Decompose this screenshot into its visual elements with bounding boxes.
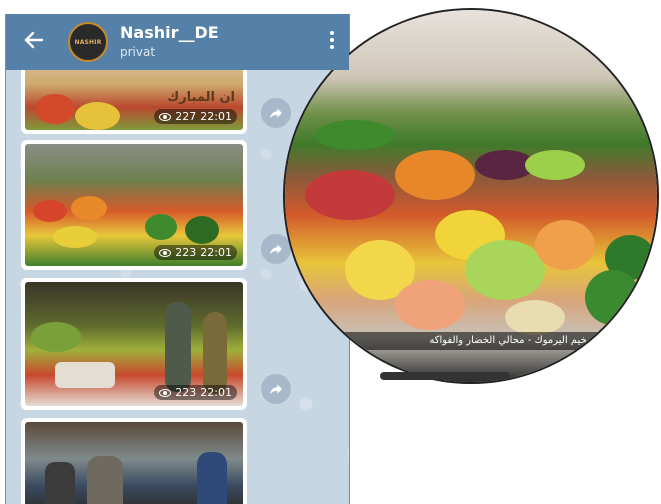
message-meta: 223 22:01 xyxy=(154,245,237,260)
eye-icon xyxy=(159,112,172,121)
message-meta: 223 22:01 xyxy=(154,385,237,400)
message-time: 22:01 xyxy=(200,386,232,399)
avatar[interactable]: NASHIR xyxy=(68,22,108,62)
image-message[interactable] xyxy=(21,418,247,504)
image-message[interactable]: 223 22:01 xyxy=(21,278,247,410)
chat-header: NASHIR Nashir__DE privat xyxy=(6,14,349,70)
eye-icon xyxy=(159,388,172,397)
chat-title[interactable]: Nashir__DE xyxy=(120,23,219,42)
zoom-shadow xyxy=(380,372,510,380)
image-overlay-text: ان المبارك xyxy=(167,90,235,105)
share-arrow-icon xyxy=(270,108,282,119)
avatar-text: NASHIR xyxy=(74,38,102,46)
arrow-left-icon[interactable] xyxy=(22,28,46,52)
message-time: 22:01 xyxy=(200,110,232,123)
eye-icon xyxy=(159,248,172,257)
chat-subtitle: privat xyxy=(120,45,156,59)
image-message[interactable]: 223 22:01 xyxy=(21,140,247,270)
view-count: 223 xyxy=(175,386,197,399)
message-time: 22:01 xyxy=(200,246,232,259)
message-image: 223 22:01 xyxy=(25,282,243,406)
share-arrow-icon xyxy=(270,244,282,255)
image-caption: ة في مخيم اليرموك - محالي الخضار والفواك… xyxy=(285,332,657,350)
view-count: 223 xyxy=(175,246,197,259)
share-arrow-icon xyxy=(270,384,282,395)
message-meta: 227 22:01 xyxy=(154,109,237,124)
message-image xyxy=(25,422,243,504)
view-count: 227 xyxy=(175,110,197,123)
message-image: 223 22:01 xyxy=(25,144,243,266)
more-vertical-icon[interactable] xyxy=(329,31,335,53)
